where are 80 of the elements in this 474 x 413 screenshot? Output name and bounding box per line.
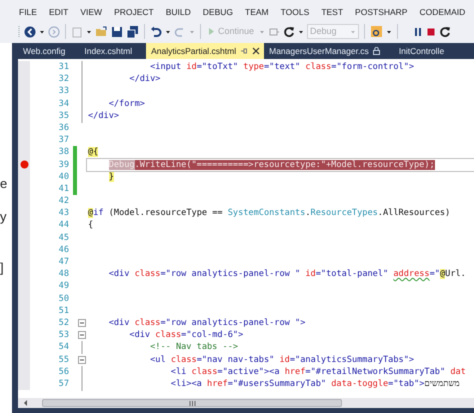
- scroll-left-icon[interactable]: [22, 399, 30, 407]
- line-number: 55: [58, 354, 70, 366]
- code-line: Debug.WriteLine("==========>resourcetype:"+Model.resourceType);: [87, 158, 474, 171]
- close-icon[interactable]: [252, 47, 260, 55]
- line-number: 35: [58, 110, 70, 122]
- line-number: 40: [58, 170, 70, 183]
- restart-icon[interactable]: [439, 26, 452, 38]
- code-line: <!-- Nav tabs -->: [149, 341, 238, 354]
- line-number: 31: [58, 61, 70, 74]
- save-all-icon[interactable]: [126, 26, 139, 38]
- play-icon: [208, 27, 215, 36]
- code-line: <input id="toTxt" type="text" class="form-control">: [149, 61, 414, 74]
- code-line: <div class="row analytics-panel-row " id="total-panel" address="@Url.: [108, 268, 466, 280]
- line-number: 34: [58, 98, 70, 110]
- code-line: <li class="active"><a href="#retailNetworkSummaryTab" dat: [170, 366, 466, 378]
- line-number: 48: [58, 268, 70, 280]
- menu-item[interactable]: CODEMAID: [419, 6, 466, 19]
- undo-icon[interactable]: [150, 26, 162, 38]
- stop-icon[interactable]: [426, 26, 436, 38]
- line-number: 46: [58, 244, 70, 256]
- lock-icon: [372, 47, 380, 55]
- line-number: 42: [58, 195, 70, 208]
- line-number: 43: [58, 207, 70, 220]
- code-line: <div class="col-md-6">: [128, 329, 244, 342]
- line-number: 50: [58, 292, 70, 305]
- horizontal-scrollbar[interactable]: [18, 398, 474, 408]
- line-number: 33: [58, 85, 70, 98]
- back-icon[interactable]: [24, 26, 36, 38]
- menu-item[interactable]: BUILD: [166, 6, 191, 19]
- menu-item[interactable]: EDIT: [48, 6, 68, 19]
- document-tab[interactable]: ManagersUserManager.cs: [264, 43, 394, 59]
- scrollbar-thumb[interactable]: [42, 399, 342, 407]
- document-tab[interactable]: Web.config: [18, 43, 80, 59]
- toolbar-grip-icon[interactable]: [18, 24, 21, 38]
- line-number: 52: [58, 316, 70, 330]
- line-number: 36: [58, 122, 70, 134]
- collapse-toggle-icon[interactable]: [77, 354, 87, 366]
- menu-item[interactable]: TEST: [321, 6, 344, 19]
- collapse-toggle-icon[interactable]: [77, 316, 87, 330]
- menu-item[interactable]: DEBUG: [202, 6, 234, 19]
- text-fragment: e: [0, 177, 8, 190]
- code-line: @if (Model.resourceType == SystemConstants.ResourceTypes.AllResources): [87, 207, 450, 220]
- save-icon[interactable]: [111, 26, 123, 38]
- menu-item[interactable]: TOOLS: [280, 6, 310, 19]
- line-number: 44: [58, 219, 70, 232]
- text-fragment: ]: [0, 261, 4, 274]
- line-number: 57: [58, 378, 70, 390]
- folder-icon[interactable]: [95, 26, 108, 38]
- pause-icon[interactable]: [413, 26, 424, 38]
- line-number: 53: [58, 329, 70, 342]
- line-number: 39: [58, 158, 70, 171]
- menu-item[interactable]: FILE: [19, 6, 37, 19]
- document-tab[interactable]: AnalyticsPartial.cshtml: [146, 43, 264, 59]
- code-line: </div>: [128, 73, 160, 86]
- line-number: 47: [58, 256, 70, 268]
- menu-item[interactable]: TEAM: [245, 6, 269, 19]
- code-line: {: [87, 219, 94, 232]
- grip-icon: [188, 400, 196, 406]
- refresh-icon[interactable]: [283, 26, 296, 38]
- search-icon[interactable]: [370, 25, 384, 38]
- pin-icon[interactable]: [240, 47, 248, 55]
- line-number: 37: [58, 134, 70, 146]
- line-number: 56: [58, 366, 70, 378]
- code-line: </div>: [87, 110, 120, 122]
- line-number: 54: [58, 341, 70, 354]
- code-line: <ul class="nav nav-tabs" id="analyticsSummaryTabs">: [149, 354, 414, 366]
- menu-item[interactable]: PROJECT: [114, 6, 154, 19]
- menu-item[interactable]: POSTSHARP: [355, 6, 408, 19]
- code-line: </form>: [108, 98, 145, 110]
- line-number: 51: [58, 304, 70, 317]
- document-tab[interactable]: Index.cshtml: [79, 43, 146, 59]
- line-number: 49: [58, 280, 70, 293]
- code-line: <div class="row analytics-panel-row ">: [108, 316, 306, 330]
- menu-item[interactable]: VIEW: [80, 6, 102, 19]
- line-number: 38: [58, 146, 70, 158]
- line-number: 32: [58, 73, 70, 86]
- line-number: 45: [58, 232, 70, 244]
- document-tab[interactable]: InitControlle: [394, 43, 458, 59]
- line-number: 41: [58, 182, 70, 196]
- text-fragment: y: [0, 210, 6, 223]
